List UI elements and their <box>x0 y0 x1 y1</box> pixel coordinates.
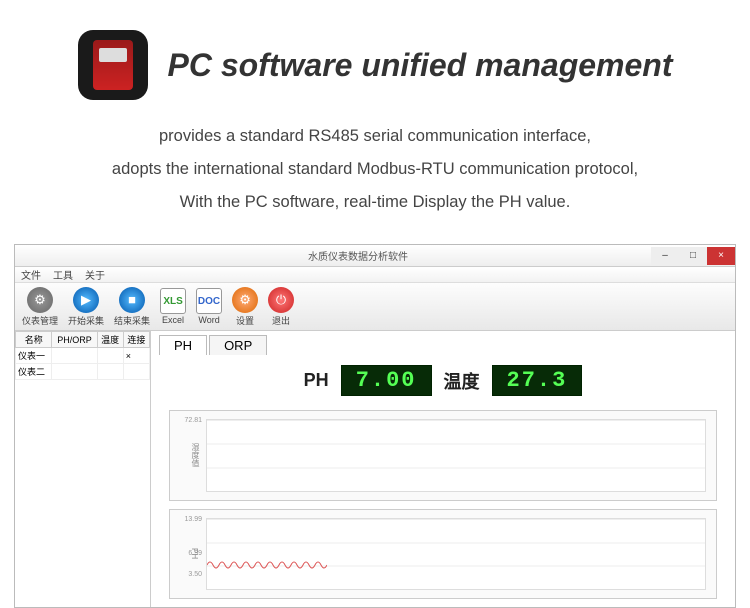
readout-row: PH 7.00 温度 27.3 <box>159 359 727 406</box>
play-icon: ▶ <box>73 287 99 313</box>
device-table[interactable]: 名称 PH/ORP 温度 连接 仪表一 × 仪表二 <box>15 331 150 380</box>
sidebar: 名称 PH/ORP 温度 连接 仪表一 × 仪表二 <box>15 331 151 607</box>
tab-orp[interactable]: ORP <box>209 335 267 355</box>
col-conn[interactable]: 连接 <box>123 332 149 348</box>
maximize-button[interactable]: □ <box>679 247 707 265</box>
desc-line-1: provides a standard RS485 serial communi… <box>40 120 710 153</box>
hero-title: PC software unified management <box>168 47 673 84</box>
app-logo-icon <box>78 30 148 100</box>
app-window: 水质仪表数据分析软件 – □ × 文件 工具 关于 ⚙仪表管理 ▶开始采集 ■结… <box>14 244 736 608</box>
menu-file[interactable]: 文件 <box>21 267 41 282</box>
tab-ph[interactable]: PH <box>159 335 207 355</box>
table-row[interactable]: 仪表二 <box>16 364 150 380</box>
toolbar-word[interactable]: DOCWord <box>193 288 225 325</box>
col-phorp[interactable]: PH/ORP <box>52 332 97 348</box>
description: provides a standard RS485 serial communi… <box>0 110 750 244</box>
menu-tools[interactable]: 工具 <box>53 267 73 282</box>
toolbar-start[interactable]: ▶开始采集 <box>65 287 107 327</box>
tabs: PH ORP <box>159 335 727 355</box>
temp-value: 27.3 <box>492 365 583 396</box>
chart-ph: PH 13.99 6.99 3.50 <box>169 509 717 600</box>
close-button[interactable]: × <box>707 247 735 265</box>
ph-trace <box>207 559 327 571</box>
menubar: 文件 工具 关于 <box>15 267 735 283</box>
ph-value: 7.00 <box>341 365 432 396</box>
toolbar-excel[interactable]: XLSExcel <box>157 288 189 325</box>
toolbar-stop[interactable]: ■结束采集 <box>111 287 153 327</box>
titlebar[interactable]: 水质仪表数据分析软件 – □ × <box>15 245 735 267</box>
chart-temperature: 湿度值 72.81 <box>169 410 717 501</box>
temp-label: 温度 <box>444 368 480 394</box>
table-row[interactable]: 仪表一 × <box>16 348 150 364</box>
toolbar-device-mgmt[interactable]: ⚙仪表管理 <box>19 287 61 327</box>
desc-line-3: With the PC software, real-time Display … <box>40 186 710 219</box>
word-icon: DOC <box>196 288 222 314</box>
desc-line-2: adopts the international standard Modbus… <box>40 153 710 186</box>
settings-icon: ⚙ <box>232 287 258 313</box>
toolbar: ⚙仪表管理 ▶开始采集 ■结束采集 XLSExcel DOCWord ⚙设置 ⏻… <box>15 283 735 331</box>
col-name[interactable]: 名称 <box>16 332 52 348</box>
stop-icon: ■ <box>119 287 145 313</box>
exit-icon: ⏻ <box>268 287 294 313</box>
gear-icon: ⚙ <box>27 287 53 313</box>
minimize-button[interactable]: – <box>651 247 679 265</box>
menu-about[interactable]: 关于 <box>85 267 105 282</box>
col-temp[interactable]: 温度 <box>97 332 123 348</box>
excel-icon: XLS <box>160 288 186 314</box>
window-title: 水质仪表数据分析软件 <box>65 248 651 263</box>
ph-label: PH <box>304 370 329 391</box>
main-panel: PH ORP PH 7.00 温度 27.3 湿度值 72.81 PH <box>151 331 735 607</box>
toolbar-exit[interactable]: ⏻退出 <box>265 287 297 327</box>
toolbar-settings[interactable]: ⚙设置 <box>229 287 261 327</box>
